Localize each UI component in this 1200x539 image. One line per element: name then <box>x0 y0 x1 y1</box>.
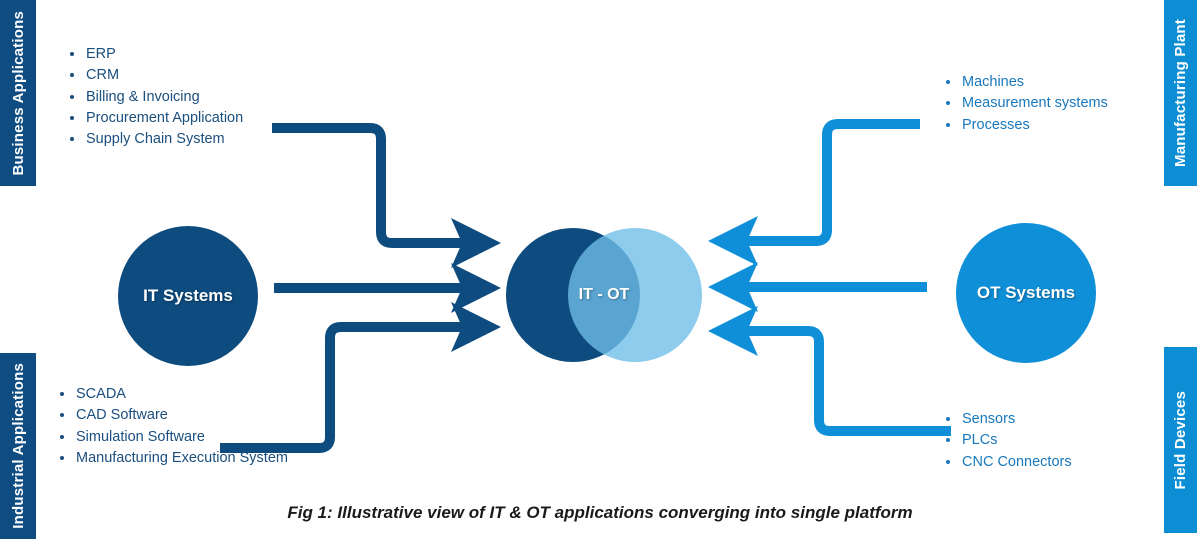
arrow-field-devices-to-venn <box>707 306 951 436</box>
sidebar-field-devices-text: Field Devices <box>1172 390 1189 490</box>
venn-overlap-label: IT - OT <box>578 286 630 303</box>
list-item: SCADA <box>58 384 288 405</box>
list-industrial-applications: SCADA CAD Software Simulation Software M… <box>58 384 288 469</box>
list-item: Billing & Invoicing <box>68 87 298 108</box>
list-item: Measurement systems <box>944 93 1194 114</box>
node-it-systems: IT Systems <box>118 226 258 366</box>
list-item: CNC Connectors <box>944 452 1174 473</box>
list-field-devices: Sensors PLCs CNC Connectors <box>944 409 1174 473</box>
list-item: PLCs <box>944 430 1174 451</box>
venn-diagram-it-ot: IT - OT <box>506 228 702 362</box>
arrow-manufacturing-to-venn <box>707 119 920 266</box>
sidebar-label-business-applications: Business Applications <box>0 0 36 186</box>
list-business-applications: ERP CRM Billing & Invoicing Procurement … <box>68 44 298 150</box>
node-it-systems-label: IT Systems <box>143 286 233 305</box>
node-ot-systems-label: OT Systems <box>976 283 1076 302</box>
list-item: Machines <box>944 72 1194 93</box>
sidebar-business-applications-text: Business Applications <box>9 10 27 176</box>
list-item: Manufacturing Execution System <box>58 448 288 469</box>
diagram-canvas: Business Applications Industrial Applica… <box>0 0 1200 539</box>
figure-caption: Fig 1: Illustrative view of IT & OT appl… <box>287 503 913 522</box>
list-item: Sensors <box>944 409 1174 430</box>
node-ot-systems: OT Systems <box>956 223 1096 363</box>
list-item: Simulation Software <box>58 427 288 448</box>
list-item: Supply Chain System <box>68 129 298 150</box>
list-item: CRM <box>68 65 298 86</box>
list-manufacturing-plant: Machines Measurement systems Processes <box>944 72 1194 136</box>
list-item: Processes <box>944 115 1194 136</box>
list-item: CAD Software <box>58 405 288 426</box>
list-item: Procurement Application <box>68 108 298 129</box>
list-item: ERP <box>68 44 298 65</box>
arrow-business-to-venn <box>272 123 502 268</box>
